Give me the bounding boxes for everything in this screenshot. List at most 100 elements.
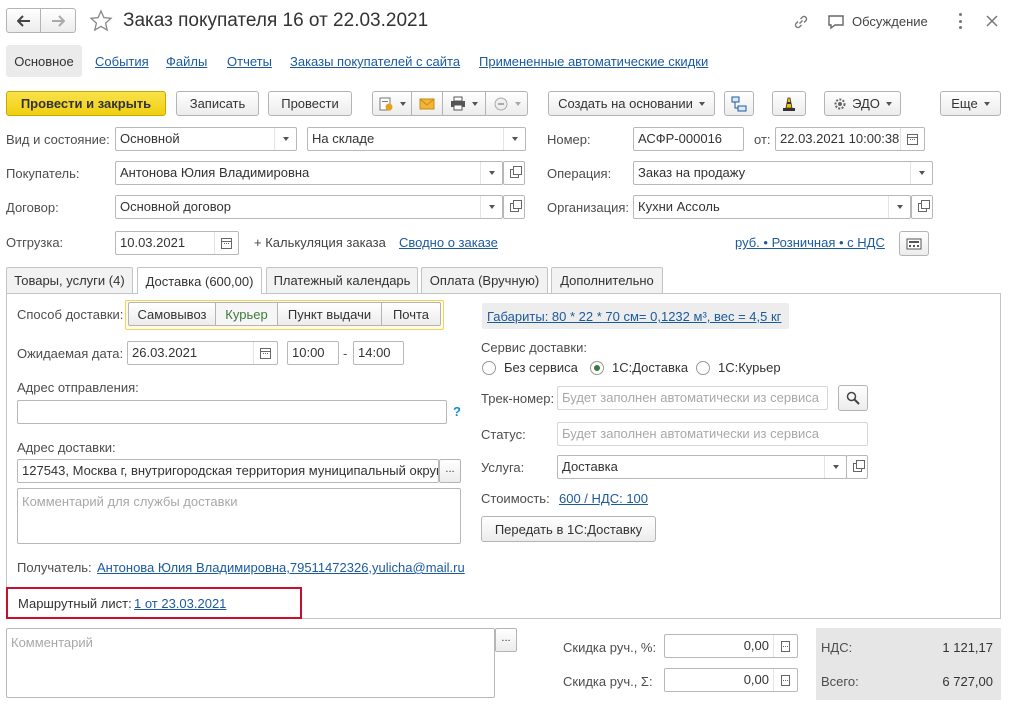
send-to-1c-delivery-button[interactable]: Передать в 1С:Доставку [481, 516, 656, 542]
discount-sum-field[interactable]: 0,00 [664, 668, 798, 692]
contract-select[interactable]: Основной договор [115, 195, 503, 219]
comment-expand-button[interactable]: ... [495, 628, 517, 652]
chevron-down-icon[interactable] [888, 196, 910, 218]
document-create-button[interactable] [372, 91, 412, 116]
forward-button[interactable] [41, 8, 76, 33]
structure-button[interactable] [724, 91, 754, 116]
tab-payment-calendar[interactable]: Платежный календарь [266, 267, 418, 293]
gear-icon [834, 98, 846, 109]
edo-button[interactable]: ЭДО [824, 91, 901, 116]
chevron-down-icon[interactable] [480, 162, 502, 184]
arrow-right-icon [52, 14, 65, 27]
tab-goods[interactable]: Товары, услуги (4) [6, 267, 133, 293]
vat-value: 1 121,17 [942, 640, 993, 655]
order-summary-link[interactable]: Сводно о заказе [399, 235, 498, 250]
discussion-icon[interactable] [827, 13, 845, 31]
chevron-down-icon[interactable] [503, 128, 525, 150]
print-button[interactable] [443, 91, 486, 116]
more-button[interactable]: Еще [940, 91, 1001, 116]
calendar-icon[interactable] [900, 128, 924, 150]
operation-select[interactable]: Заказ на продажу [633, 161, 933, 185]
calculator-icon[interactable] [773, 635, 797, 657]
calculator-button[interactable] [899, 231, 929, 256]
method-pickup-button[interactable]: Самовывоз [128, 302, 216, 326]
route-sheet-link[interactable]: 1 от 23.03.2021 [134, 596, 226, 611]
status-field: Будет заполнен автоматически из сервиса [557, 422, 868, 446]
email-button[interactable] [412, 91, 443, 116]
post-button[interactable]: Провести [268, 91, 352, 116]
discount-percent-field[interactable]: 0,00 [664, 634, 798, 658]
from-address-label: Адрес отправления: [17, 380, 139, 395]
save-button[interactable]: Записать [176, 91, 259, 116]
customer-select[interactable]: Антонова Юлия Владимировна [115, 161, 503, 185]
number-field[interactable]: АСФР-000016 [633, 127, 744, 151]
post-and-close-button[interactable]: Провести и закрыть [6, 91, 166, 116]
method-pickup-point-button[interactable]: Пункт выдачи [278, 302, 382, 326]
address-select-button[interactable]: ... [439, 459, 461, 483]
nav-link-auto-discounts[interactable]: Примененные автоматические скидки [479, 54, 708, 69]
nav-link-events[interactable]: События [95, 54, 149, 69]
chevron-down-icon[interactable] [480, 196, 502, 218]
calendar-icon[interactable] [253, 342, 277, 364]
nav-link-files[interactable]: Файлы [166, 54, 207, 69]
window-title: Заказ покупателя 16 от 22.03.2021 [123, 10, 429, 31]
kind-select[interactable]: Основной [115, 127, 297, 151]
track-search-button[interactable] [838, 385, 868, 411]
service-1c-delivery-radio[interactable]: 1С:Доставка [590, 360, 688, 375]
menu-icon[interactable] [959, 13, 963, 29]
service-none-radio[interactable]: Без сервиса [482, 360, 578, 375]
nav-link-reports[interactable]: Отчеты [227, 54, 272, 69]
document-date-field[interactable]: 22.03.2021 10:00:38 [775, 127, 925, 151]
method-courier-button[interactable]: Курьер [216, 302, 278, 326]
kind-label: Вид и состояние: [6, 132, 110, 147]
expected-date-field[interactable]: 26.03.2021 [127, 341, 278, 365]
delivery-button[interactable] [772, 91, 806, 116]
service-item-select[interactable]: Доставка [557, 455, 847, 479]
tab-additional[interactable]: Дополнительно [551, 267, 663, 293]
recipient-link[interactable]: Антонова Юлия Владимировна,79511472326,y… [97, 560, 465, 575]
delivery-comment-field[interactable]: Комментарий для службы доставки [17, 488, 461, 544]
total-label: Всего: [821, 674, 859, 689]
back-button[interactable] [6, 8, 41, 33]
cost-link[interactable]: 600 / НДС: 100 [559, 491, 648, 506]
open-icon[interactable] [846, 455, 868, 479]
chevron-down-icon[interactable] [274, 128, 296, 150]
method-post-button[interactable]: Почта [382, 302, 441, 326]
to-address-field[interactable]: 127543, Москва г, внутригородская террит… [17, 459, 439, 483]
service-1c-courier-radio[interactable]: 1С:Курьер [696, 360, 781, 375]
time-to-field[interactable]: 14:00 [353, 341, 404, 365]
price-type-link[interactable]: руб. • Розничная • с НДС [735, 235, 885, 250]
track-number-field[interactable]: Будет заполнен автоматически из сервиса [557, 386, 828, 410]
dimensions-link[interactable]: Габариты: 80 * 22 * 70 см= 0,1232 м³, ве… [487, 309, 781, 324]
help-icon[interactable]: ? [453, 404, 461, 420]
nav-tab-main[interactable]: Основное [6, 45, 82, 77]
organization-select[interactable]: Кухни Ассоль [633, 195, 911, 219]
open-icon[interactable] [503, 195, 525, 219]
route-sheet-label: Маршрутный лист: [18, 596, 132, 611]
close-icon[interactable] [986, 15, 998, 27]
create-based-on-button[interactable]: Создать на основании [548, 91, 715, 116]
time-separator: - [343, 346, 348, 361]
calendar-icon[interactable] [214, 232, 238, 254]
open-icon[interactable] [911, 195, 933, 219]
nav-link-site-orders[interactable]: Заказы покупателей с сайта [290, 54, 460, 69]
chevron-down-icon[interactable] [910, 162, 932, 184]
number-label: Номер: [547, 132, 591, 147]
tab-payment[interactable]: Оплата (Вручную) [421, 267, 548, 293]
chevron-down-icon[interactable] [824, 456, 846, 478]
calculator-icon[interactable] [773, 669, 797, 691]
status-label: Статус: [481, 427, 526, 442]
from-address-field[interactable] [17, 400, 447, 424]
open-icon[interactable] [503, 161, 525, 185]
comment-field[interactable]: Комментарий [6, 628, 495, 698]
shipment-date-field[interactable]: 10.03.2021 [115, 231, 239, 255]
time-from-field[interactable]: 10:00 [287, 341, 339, 365]
state-select[interactable]: На складе [307, 127, 526, 151]
tab-delivery[interactable]: Доставка (600,00) [137, 267, 262, 294]
star-icon[interactable] [89, 9, 113, 33]
calculation-toggle[interactable]: + Калькуляция заказа [254, 235, 386, 251]
cost-label: Стоимость: [481, 491, 550, 506]
status-button[interactable] [486, 91, 528, 116]
link-icon[interactable] [792, 13, 810, 31]
discussion-link[interactable]: Обсуждение [852, 14, 928, 30]
